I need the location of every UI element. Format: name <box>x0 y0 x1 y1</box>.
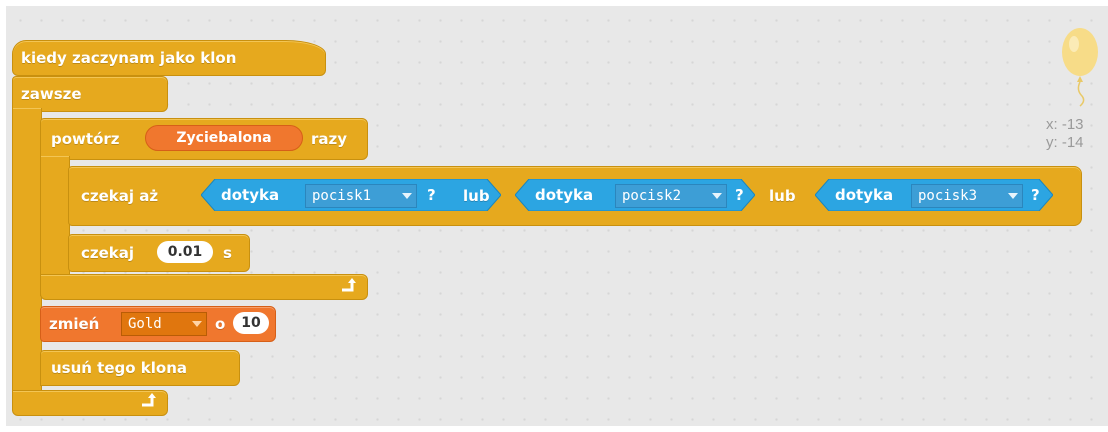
touching-label: dotyka <box>835 186 894 204</box>
dropdown-arrow-icon <box>402 193 412 199</box>
delete-clone-block[interactable]: usuń tego klona <box>40 350 240 386</box>
dropdown-arrow-icon <box>712 193 722 199</box>
touch-target-dropdown-1[interactable]: pocisk1 <box>305 184 417 208</box>
dropdown-arrow-icon <box>1008 193 1018 199</box>
repeat-label: powtórz <box>51 130 120 148</box>
balloon-icon <box>1062 28 1098 107</box>
touch-target-dropdown-2[interactable]: pocisk2 <box>615 184 727 208</box>
sprite-x-coordinate: x: -13 <box>1046 116 1084 133</box>
dropdown-arrow-icon <box>192 321 202 327</box>
delete-clone-label: usuń tego klona <box>51 359 188 377</box>
change-variable-block[interactable]: zmień Gold o 10 <box>40 306 276 342</box>
hat-block-label: kiedy zaczynam jako klon <box>21 49 237 67</box>
loop-arrow-icon <box>142 393 156 407</box>
or-label-2: lub <box>769 187 796 205</box>
question-mark: ? <box>735 186 744 204</box>
sprite-y-coordinate: y: -14 <box>1046 134 1084 151</box>
repeat-suffix: razy <box>311 130 348 148</box>
wait-seconds-block[interactable]: czekaj 0.01 s <box>68 234 250 272</box>
repeat-block-bottom <box>40 274 368 300</box>
forever-label: zawsze <box>21 85 82 103</box>
forever-block-arm <box>12 108 42 404</box>
question-mark: ? <box>427 186 436 204</box>
touching-label: dotyka <box>221 186 280 204</box>
wait-until-block[interactable]: czekaj aż dotyka pocisk1 ? lub dotyka po… <box>68 166 1082 226</box>
touch-target-value: pocisk2 <box>622 188 682 204</box>
repeat-count-variable[interactable]: Zyciebalona <box>145 125 303 151</box>
touch-target-value: pocisk1 <box>312 188 372 204</box>
change-value-input[interactable]: 10 <box>233 312 269 334</box>
wait-until-label: czekaj aż <box>81 187 159 205</box>
touching-sensor-2[interactable]: dotyka pocisk2 ? <box>515 179 755 211</box>
touching-sensor-3[interactable]: dotyka pocisk3 ? <box>815 179 1053 211</box>
variable-name: Gold <box>128 316 162 332</box>
wait-label: czekaj <box>81 244 135 262</box>
forever-block-top[interactable]: zawsze <box>12 76 168 112</box>
wait-unit-label: s <box>223 244 232 262</box>
change-label: zmień <box>49 315 100 333</box>
loop-arrow-icon <box>342 278 356 292</box>
touch-target-dropdown-3[interactable]: pocisk3 <box>911 184 1023 208</box>
question-mark: ? <box>1031 186 1040 204</box>
or-label-1: lub <box>463 187 490 205</box>
touch-target-value: pocisk3 <box>918 188 978 204</box>
variable-dropdown[interactable]: Gold <box>121 312 207 336</box>
wait-seconds-input[interactable]: 0.01 <box>157 241 213 263</box>
touching-label: dotyka <box>535 186 594 204</box>
when-i-start-as-clone-block[interactable]: kiedy zaczynam jako klon <box>12 40 326 76</box>
scripts-area[interactable]: kiedy zaczynam jako klon zawsze powtórz … <box>6 6 1108 426</box>
change-by-label: o <box>215 315 226 333</box>
touching-sensor-1[interactable]: dotyka pocisk1 ? <box>201 179 501 211</box>
repeat-block-top[interactable]: powtórz Zyciebalona razy <box>40 118 368 160</box>
stage: kiedy zaczynam jako klon zawsze powtórz … <box>0 0 1108 432</box>
